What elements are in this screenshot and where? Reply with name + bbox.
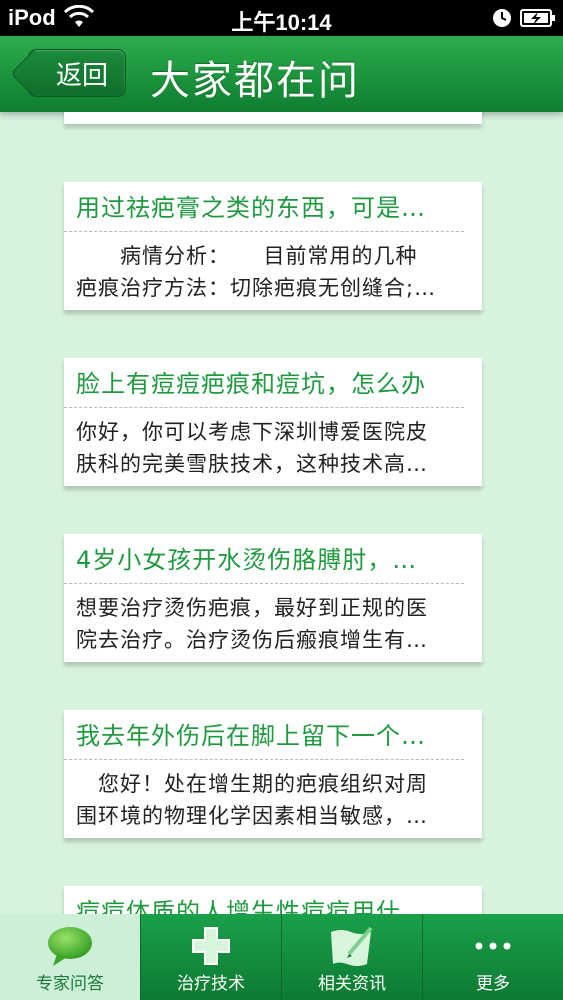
tab-label: 更多	[476, 974, 510, 994]
answer-preview: 您好！处在增生期的疤痕组织对周 围环境的物理化学因素相当敏感，…	[64, 760, 482, 838]
medical-cross-icon	[192, 927, 230, 965]
answer-line: 你好，你可以考虑下深圳博爱医院皮	[76, 420, 428, 444]
list-item[interactable]: 用过祛疤膏之类的东西，可是… 病情分析： 目前常用的几种 疤痕治疗方法：切除疤痕…	[64, 182, 482, 310]
page-title: 大家都在问	[150, 58, 360, 104]
answer-preview: 病情分析： 目前常用的几种 疤痕治疗方法：切除疤痕无创缝合;…	[64, 232, 482, 310]
list-item[interactable]: 4岁小女孩开水烫伤胳膊肘，… 想要治疗烫伤疤痕，最好到正规的医 院去治疗。治疗烫…	[64, 534, 482, 662]
status-bar: iPod 上午10:14	[0, 0, 563, 36]
answer-line: 疤痕治疗方法：切除疤痕无创缝合;…	[76, 276, 437, 300]
tab-more[interactable]: 更多	[423, 914, 563, 1000]
battery-charging-icon	[520, 9, 555, 27]
tab-label: 专家问答	[36, 974, 104, 994]
tab-treatment-tech[interactable]: 治疗技术	[141, 914, 282, 1000]
question-title: 痘痘体质的人增生性痘痘用什…	[64, 886, 464, 914]
answer-line: 您好！处在增生期的疤痕组织对周	[76, 772, 428, 796]
back-button[interactable]: 返回	[10, 49, 126, 97]
list-item[interactable]: 脸上有痘痘疤痕和痘坑，怎么办 你好，你可以考虑下深圳博爱医院皮 肤科的完美雪肤技…	[64, 358, 482, 486]
answer-line: 想要治疗烫伤疤痕，最好到正规的医	[76, 596, 428, 620]
navigation-bar: 返回 大家都在问	[0, 36, 563, 112]
question-title: 4岁小女孩开水烫伤胳膊肘，…	[64, 534, 464, 584]
list-item[interactable]: 痘痘体质的人增生性痘痘用什…	[64, 886, 482, 914]
answer-line: 肤科的完美雪肤技术，这种技术高…	[76, 452, 428, 476]
speech-bubble-icon	[48, 927, 92, 966]
answer-line: 院去治疗。治疗烫伤后瘢痕增生有…	[76, 628, 428, 652]
list-item-partial[interactable]	[64, 112, 482, 124]
news-pen-icon	[331, 926, 373, 966]
question-title: 脸上有痘痘疤痕和痘坑，怎么办	[64, 358, 464, 408]
answer-preview: 想要治疗烫伤疤痕，最好到正规的医 院去治疗。治疗烫伤后瘢痕增生有…	[64, 584, 482, 662]
tab-label: 相关资讯	[318, 974, 386, 994]
answer-line: 围环境的物理化学因素相当敏感，…	[76, 804, 428, 828]
tab-label: 治疗技术	[177, 974, 245, 994]
question-list[interactable]: 用过祛疤膏之类的东西，可是… 病情分析： 目前常用的几种 疤痕治疗方法：切除疤痕…	[0, 112, 563, 914]
question-title: 用过祛疤膏之类的东西，可是…	[64, 182, 464, 232]
tab-bar: 专家问答 治疗技术 相关资讯 更多	[0, 914, 563, 1000]
tab-expert-qa[interactable]: 专家问答	[0, 914, 141, 1000]
more-dots-icon	[475, 942, 511, 950]
tab-related-news[interactable]: 相关资讯	[282, 914, 423, 1000]
list-item[interactable]: 我去年外伤后在脚上留下一个… 您好！处在增生期的疤痕组织对周 围环境的物理化学因…	[64, 710, 482, 838]
back-arrow-icon	[10, 50, 57, 97]
answer-line: 病情分析： 目前常用的几种	[76, 244, 418, 268]
status-time: 上午10:14	[231, 10, 332, 35]
alarm-clock-icon	[493, 9, 511, 27]
answer-preview: 你好，你可以考虑下深圳博爱医院皮 肤科的完美雪肤技术，这种技术高…	[64, 408, 482, 486]
question-title: 我去年外伤后在脚上留下一个…	[64, 710, 464, 760]
back-button-label: 返回	[55, 60, 108, 91]
